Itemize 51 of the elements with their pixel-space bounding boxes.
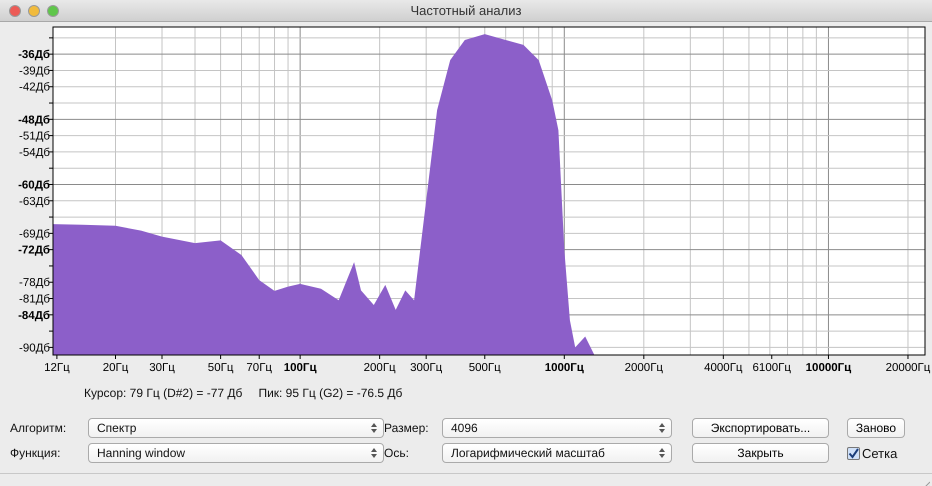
axis-label: Ось: (384, 446, 410, 460)
grid-checkbox[interactable]: Сетка (847, 446, 905, 460)
y-axis-label: -90Дб (19, 342, 50, 354)
function-label: Функция: (10, 446, 62, 460)
y-axis-label: -78Дб (19, 277, 50, 290)
x-axis-label: 4000Гц (704, 362, 743, 374)
y-axis-label: -81Дб (19, 294, 50, 306)
close-button[interactable] (9, 4, 21, 16)
stepper-arrows-icon (659, 423, 665, 433)
cursor-readout: Курсор: 79 Гц (D#2) = -77 Дб (84, 386, 242, 400)
y-axis-label: -72Дб (18, 244, 50, 257)
axis-select[interactable]: Логарифмический масштаб (442, 443, 672, 463)
x-axis-label: 300Гц (410, 362, 442, 374)
x-axis-label: 50Гц (208, 362, 234, 374)
close-dialog-button[interactable]: Закрыть (692, 443, 829, 463)
peak-readout: Пик: 95 Гц (G2) = -76.5 Дб (258, 386, 402, 400)
y-axis-label: -42Дб (19, 82, 50, 94)
x-axis-label: 20000Гц (886, 362, 930, 374)
y-axis-label: -39Дб (19, 65, 50, 78)
stepper-arrows-icon (659, 448, 665, 458)
x-axis-label: 30Гц (149, 362, 175, 374)
x-axis-label: 10000Гц (806, 362, 852, 374)
y-axis-label: -84Дб (18, 310, 50, 322)
x-axis-label: 1000Гц (544, 362, 584, 374)
stepper-arrows-icon (371, 423, 377, 433)
zoom-button[interactable] (47, 4, 59, 16)
x-axis-label: 500Гц (468, 362, 501, 374)
x-axis-label: 100Гц (284, 362, 317, 374)
x-axis-label: 2000Гц (624, 362, 664, 374)
x-axis-label: 70Гц (246, 362, 272, 374)
x-axis-label: 200Гц (364, 362, 396, 374)
algorithm-label: Алгоритм: (10, 421, 68, 435)
export-button[interactable]: Экспортировать... (692, 418, 829, 438)
x-axis-label: 6100Гц (752, 362, 791, 374)
algorithm-select[interactable]: Спектр (88, 418, 384, 438)
y-axis-label: -54Дб (19, 146, 50, 159)
y-axis-label: -51Дб (19, 130, 50, 143)
reset-button[interactable]: Заново (847, 418, 905, 438)
y-axis-label: -36Дб (18, 49, 50, 62)
minimize-button[interactable] (28, 4, 40, 16)
x-axis-label: 12Гц (44, 362, 70, 374)
function-select[interactable]: Hanning window (88, 443, 384, 463)
y-axis-label: -69Дб (19, 228, 50, 240)
stepper-arrows-icon (371, 448, 377, 458)
size-select[interactable]: 4096 (442, 418, 672, 438)
y-axis-label: -63Дб (19, 196, 50, 208)
y-axis-label: -48Дб (18, 114, 50, 126)
window-title: Частотный анализ (410, 3, 522, 18)
size-label: Размер: (384, 421, 430, 435)
x-axis-label: 20Гц (102, 362, 128, 374)
y-axis-label: -60Дб (18, 179, 50, 192)
